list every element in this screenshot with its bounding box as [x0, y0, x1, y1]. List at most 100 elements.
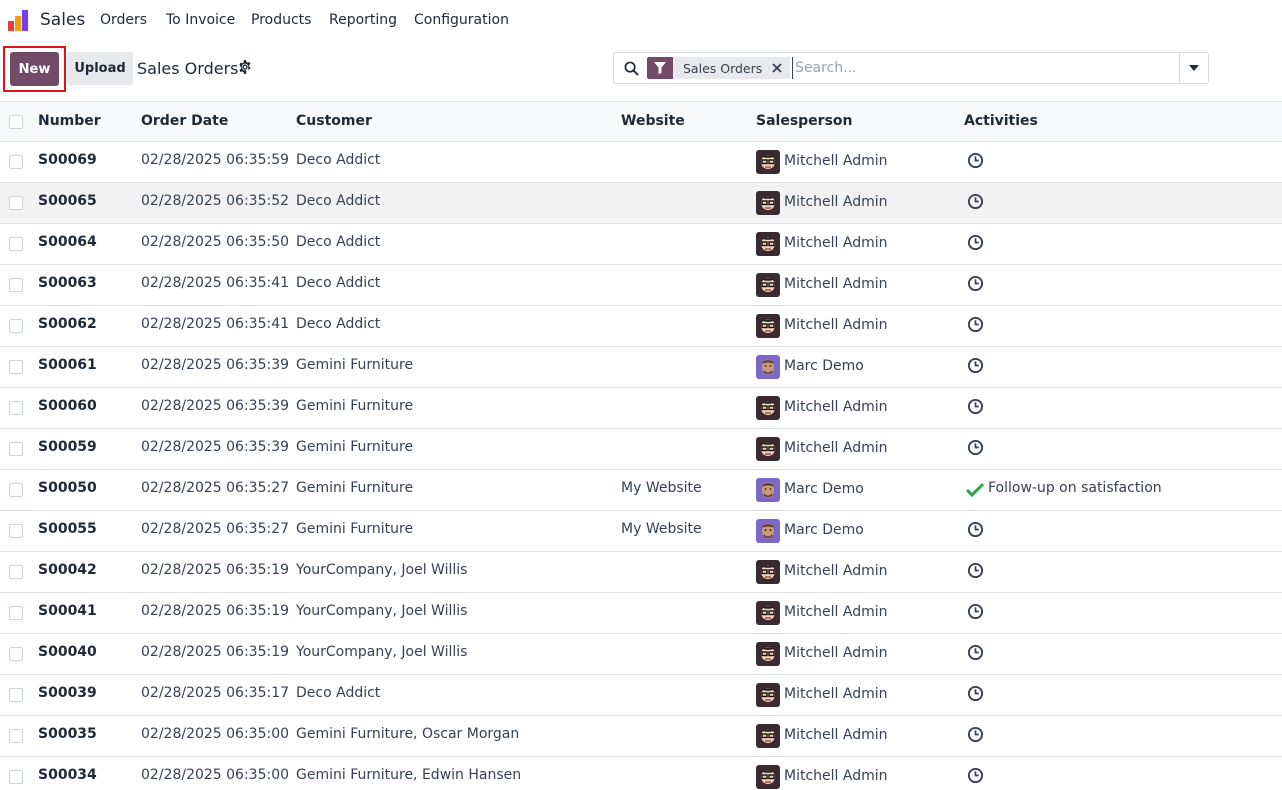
row-checkbox[interactable] — [9, 688, 23, 702]
menu-products[interactable]: Products — [251, 12, 311, 28]
search-options-toggle[interactable] — [1179, 53, 1208, 83]
clock-icon[interactable] — [967, 234, 984, 251]
new-button[interactable]: New — [10, 52, 59, 86]
upload-button[interactable]: Upload — [67, 52, 133, 85]
avatar[interactable] — [756, 642, 780, 666]
row-checkbox[interactable] — [9, 442, 23, 456]
avatar[interactable] — [756, 191, 780, 215]
avatar[interactable] — [756, 396, 780, 420]
row-checkbox[interactable] — [9, 606, 23, 620]
avatar[interactable] — [756, 232, 780, 256]
app-name[interactable]: Sales — [40, 10, 85, 30]
customer-name: Deco Addict — [296, 234, 381, 250]
close-icon[interactable] — [770, 57, 791, 79]
order-date: 02/28/2025 06:35:19 — [141, 603, 290, 619]
column-header-number[interactable]: Number — [38, 113, 101, 129]
table-row[interactable]: S00050 02/28/2025 06:35:27 Gemini Furnitur… — [0, 470, 1282, 511]
menu-orders[interactable]: Orders — [100, 12, 147, 28]
clock-icon[interactable] — [967, 439, 984, 456]
clock-icon[interactable] — [967, 193, 984, 210]
clock-icon[interactable] — [967, 316, 984, 333]
clock-icon[interactable] — [967, 767, 984, 784]
menu-reporting[interactable]: Reporting — [329, 12, 397, 28]
clock-icon[interactable] — [967, 685, 984, 702]
menu-to-invoice[interactable]: To Invoice — [166, 12, 235, 28]
row-checkbox[interactable] — [9, 524, 23, 538]
row-checkbox[interactable] — [9, 729, 23, 743]
select-all-checkbox[interactable] — [9, 115, 23, 129]
table-row[interactable]: S00069 02/28/2025 06:35:59 Deco Addict Mitc… — [0, 142, 1282, 183]
clock-icon[interactable] — [967, 275, 984, 292]
clock-icon[interactable] — [967, 152, 984, 169]
row-checkbox[interactable] — [9, 155, 23, 169]
clock-icon[interactable] — [967, 726, 984, 743]
table-row[interactable]: S00062 02/28/2025 06:35:41 Deco Addict Mitc… — [0, 306, 1282, 347]
table-row[interactable]: S00060 02/28/2025 06:35:39 Gemini Furnitur… — [0, 388, 1282, 429]
avatar[interactable] — [756, 765, 780, 789]
salesperson-name: Marc Demo — [784, 481, 864, 497]
salesperson-name: Mitchell Admin — [784, 727, 888, 743]
table-row[interactable]: S00061 02/28/2025 06:35:39 Gemini Furnitur… — [0, 347, 1282, 388]
row-checkbox[interactable] — [9, 196, 23, 210]
table-row[interactable]: S00055 02/28/2025 06:35:27 Gemini Furnitur… — [0, 511, 1282, 552]
clock-icon[interactable] — [967, 644, 984, 661]
row-checkbox[interactable] — [9, 770, 23, 784]
avatar[interactable] — [756, 273, 780, 297]
row-checkbox[interactable] — [9, 360, 23, 374]
table-row[interactable]: S00042 02/28/2025 06:35:19 YourCompany, Jo… — [0, 552, 1282, 593]
table-row[interactable]: S00040 02/28/2025 06:35:19 YourCompany, Jo… — [0, 634, 1282, 675]
column-header-customer[interactable]: Customer — [296, 113, 372, 129]
row-checkbox[interactable] — [9, 319, 23, 333]
salesperson-name: Mitchell Admin — [784, 276, 888, 292]
table-row[interactable]: S00035 02/28/2025 06:35:00 Gemini Furnitur… — [0, 716, 1282, 757]
activity-summary[interactable]: Follow-up on satisfaction — [988, 480, 1162, 496]
table-row[interactable]: S00041 02/28/2025 06:35:19 YourCompany, Jo… — [0, 593, 1282, 634]
row-checkbox[interactable] — [9, 278, 23, 292]
row-checkbox[interactable] — [9, 647, 23, 661]
search-input[interactable] — [792, 57, 1172, 79]
gear-icon[interactable] — [238, 60, 252, 74]
avatar[interactable] — [756, 560, 780, 584]
row-checkbox[interactable] — [9, 565, 23, 579]
avatar[interactable] — [756, 601, 780, 625]
search-icon[interactable] — [624, 61, 639, 76]
avatar[interactable] — [756, 724, 780, 748]
column-header-activities[interactable]: Activities — [964, 113, 1038, 129]
table-row[interactable]: S00063 02/28/2025 06:35:41 Deco Addict Mitc… — [0, 265, 1282, 306]
clock-icon[interactable] — [967, 603, 984, 620]
check-icon[interactable] — [965, 482, 985, 498]
table-row[interactable]: S00065 02/28/2025 06:35:52 Deco Addict Mitc… — [0, 183, 1282, 224]
avatar[interactable] — [756, 519, 780, 543]
row-checkbox[interactable] — [9, 237, 23, 251]
clock-icon[interactable] — [967, 357, 984, 374]
sales-app-logo-icon[interactable] — [8, 10, 30, 32]
customer-name: Deco Addict — [296, 316, 381, 332]
table-row[interactable]: S00039 02/28/2025 06:35:17 Deco Addict Mitc… — [0, 675, 1282, 716]
avatar[interactable] — [756, 150, 780, 174]
salesperson-name: Mitchell Admin — [784, 604, 888, 620]
column-header-order-date[interactable]: Order Date — [141, 113, 228, 129]
column-header-salesperson[interactable]: Salesperson — [756, 113, 853, 129]
order-date: 02/28/2025 06:35:50 — [141, 234, 290, 250]
avatar[interactable] — [756, 437, 780, 461]
row-checkbox[interactable] — [9, 401, 23, 415]
table-row[interactable]: S00064 02/28/2025 06:35:50 Deco Addict Mitc… — [0, 224, 1282, 265]
row-checkbox[interactable] — [9, 483, 23, 497]
salesperson-name: Mitchell Admin — [784, 153, 888, 169]
avatar[interactable] — [756, 478, 780, 502]
search-facet: Sales Orders — [647, 57, 791, 79]
table-row[interactable]: S00034 02/28/2025 06:35:00 Gemini Furnitur… — [0, 757, 1282, 790]
customer-name: Gemini Furniture — [296, 357, 414, 373]
column-header-website[interactable]: Website — [621, 113, 685, 129]
avatar[interactable] — [756, 683, 780, 707]
avatar[interactable] — [756, 355, 780, 379]
clock-icon[interactable] — [967, 398, 984, 415]
table-row[interactable]: S00059 02/28/2025 06:35:39 Gemini Furnitur… — [0, 429, 1282, 470]
menu-configuration[interactable]: Configuration — [414, 12, 509, 28]
clock-icon[interactable] — [967, 562, 984, 579]
order-number: S00065 — [38, 193, 97, 209]
order-date: 02/28/2025 06:35:41 — [141, 316, 290, 332]
avatar[interactable] — [756, 314, 780, 338]
sales-orders-table: Number Order Date Customer Website Sales… — [0, 101, 1282, 790]
clock-icon[interactable] — [967, 521, 984, 538]
